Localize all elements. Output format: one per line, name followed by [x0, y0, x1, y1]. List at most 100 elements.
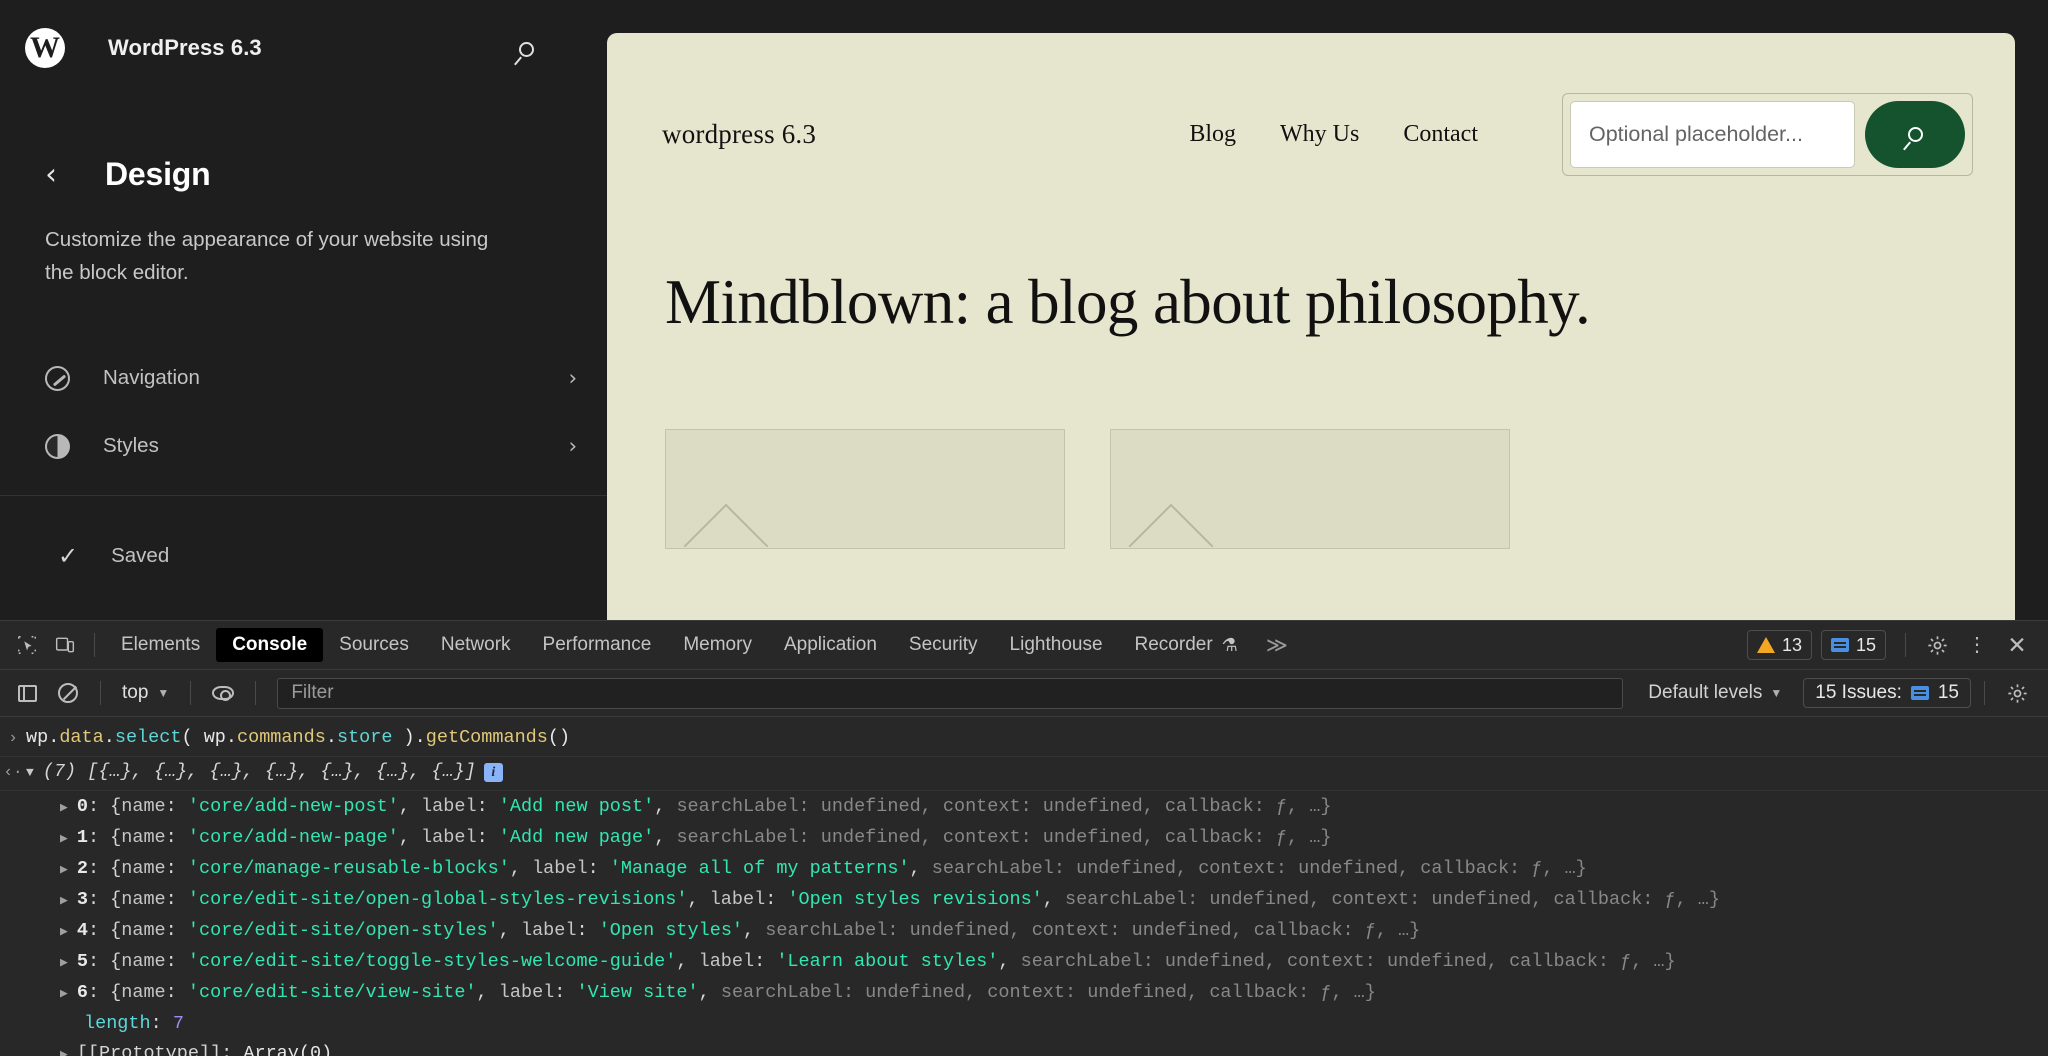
entry-index: 0	[77, 793, 88, 820]
entry-label-key: label	[421, 824, 477, 851]
filterbar-separator	[100, 681, 101, 705]
entry-tail: searchLabel: undefined, context: undefin…	[721, 979, 1376, 1006]
nav-link-contact[interactable]: Contact	[1403, 121, 1478, 148]
entry-name-value: 'core/edit-site/toggle-styles-welcome-gu…	[188, 948, 676, 975]
message-count-badge[interactable]: 15	[1821, 630, 1886, 660]
site-header: wordpress 6.3 Blog Why Us Contact Option…	[607, 33, 2015, 176]
result-preview: (7) [{…}, {…}, {…}, {…}, {…}, {…}, {…}]	[43, 758, 476, 785]
entry-label-key: label	[699, 948, 755, 975]
tab-security[interactable]: Security	[893, 628, 994, 662]
site-preview-canvas[interactable]: wordpress 6.3 Blog Why Us Contact Option…	[607, 33, 2015, 620]
console-filter-input[interactable]: Filter	[277, 678, 1623, 709]
tab-lighthouse[interactable]: Lighthouse	[994, 628, 1119, 662]
site-title[interactable]: wordpress 6.3	[662, 119, 816, 150]
entry-label-key: label	[521, 917, 577, 944]
sidebar-item-label: Styles	[103, 434, 569, 458]
clear-console-button[interactable]	[49, 676, 87, 710]
compass-icon	[45, 366, 70, 391]
devtools-toolbar-right: 13 15 ⋮ ✕	[1747, 628, 2036, 662]
console-result-summary[interactable]: ‹· ▼ (7) [{…}, {…}, {…}, {…}, {…}, {…}, …	[0, 757, 2048, 792]
console-sidebar-toggle[interactable]	[8, 676, 46, 710]
design-header: ‹ Design	[0, 96, 607, 193]
warning-count-badge[interactable]: 13	[1747, 630, 1812, 660]
nav-link-blog[interactable]: Blog	[1189, 121, 1236, 148]
search-icon	[1908, 127, 1923, 142]
panel-description: Customize the appearance of your website…	[45, 223, 515, 289]
inspect-element-icon[interactable]	[8, 628, 46, 662]
live-expression-button[interactable]	[204, 676, 242, 710]
log-level-select[interactable]: Default levels ▼	[1636, 682, 1794, 704]
search-input[interactable]: Optional placeholder...	[1570, 101, 1855, 168]
expand-toggle-icon[interactable]: ▶	[60, 980, 68, 1007]
back-button[interactable]: ‹	[34, 158, 68, 192]
settings-button[interactable]	[1918, 628, 1956, 662]
console-entry-row[interactable]: ▶5: {name: 'core/edit-site/toggle-styles…	[0, 946, 2048, 977]
console-entry-row[interactable]: ▶0: {name: 'core/add-new-post', label: '…	[0, 791, 2048, 822]
info-badge[interactable]: i	[484, 763, 503, 782]
console-entry-row[interactable]: ▶4: {name: 'core/edit-site/open-styles',…	[0, 915, 2048, 946]
prototype-row[interactable]: ▶ [[Prototype]] : Array(0)	[0, 1038, 2048, 1056]
search-submit-button[interactable]	[1865, 101, 1965, 168]
nav-link-why-us[interactable]: Why Us	[1280, 121, 1359, 148]
post-thumbnail[interactable]	[1110, 429, 1510, 549]
expand-toggle-icon[interactable]: ▼	[26, 759, 34, 786]
console-entry-row[interactable]: ▶3: {name: 'core/edit-site/open-global-s…	[0, 884, 2048, 915]
wordpress-logo-icon[interactable]: W	[25, 28, 65, 68]
entry-label-key: label	[710, 886, 766, 913]
console-output[interactable]: › wp.data.select( wp.commands.store ).ge…	[0, 717, 2048, 1056]
console-input-expression: wp.data.select( wp.commands.store ).getC…	[26, 724, 570, 751]
entry-index: 1	[77, 824, 88, 851]
expand-toggle-icon[interactable]: ▶	[60, 825, 68, 852]
more-tabs-button[interactable]: ≫	[1254, 633, 1298, 658]
tab-memory[interactable]: Memory	[667, 628, 768, 662]
console-sidebar-icon	[18, 685, 37, 702]
tab-performance[interactable]: Performance	[527, 628, 668, 662]
post-thumbnail[interactable]	[665, 429, 1065, 549]
filterbar-separator	[1984, 681, 1985, 705]
beaker-icon: ⚗	[1222, 635, 1238, 656]
expand-toggle-icon[interactable]: ▶	[60, 794, 68, 821]
issues-button[interactable]: 15 Issues: 15	[1803, 678, 1971, 708]
command-search-button[interactable]	[505, 28, 547, 70]
filterbar-separator	[190, 681, 191, 705]
console-settings-button[interactable]	[1998, 676, 2036, 710]
console-entry-row[interactable]: ▶2: {name: 'core/manage-reusable-blocks'…	[0, 853, 2048, 884]
entry-label-value: 'Add new post'	[499, 793, 654, 820]
tab-network[interactable]: Network	[425, 628, 527, 662]
expand-toggle-icon[interactable]: ▶	[60, 856, 68, 883]
tab-application[interactable]: Application	[768, 628, 893, 662]
tab-elements[interactable]: Elements	[105, 628, 216, 662]
console-entry-row[interactable]: ▶6: {name: 'core/edit-site/view-site', l…	[0, 977, 2048, 1008]
chevron-right-icon: ›	[569, 434, 577, 458]
sidebar-item-styles[interactable]: Styles ›	[0, 412, 607, 480]
close-devtools-button[interactable]: ✕	[1998, 628, 2036, 662]
execution-context-select[interactable]: top ▼	[114, 682, 177, 704]
message-icon	[1911, 686, 1929, 700]
console-entry-row[interactable]: ▶1: {name: 'core/add-new-page', label: '…	[0, 822, 2048, 853]
hero-heading: Mindblown: a blog about philosophy.	[665, 266, 2015, 339]
tab-recorder-label: Recorder	[1135, 634, 1213, 656]
expand-toggle-icon[interactable]: ▶	[60, 887, 68, 914]
length-key: length	[84, 1010, 151, 1037]
more-options-button[interactable]: ⋮	[1958, 628, 1996, 662]
entry-tail: searchLabel: undefined, context: undefin…	[1021, 948, 1676, 975]
entry-tail: searchLabel: undefined, context: undefin…	[1065, 886, 1720, 913]
issues-count: 15	[1938, 682, 1959, 704]
expand-toggle-icon[interactable]: ▶	[60, 1041, 68, 1056]
input-prompt-icon: ›	[0, 725, 26, 752]
entry-index: 4	[77, 917, 88, 944]
expand-toggle-icon[interactable]: ▶	[60, 918, 68, 945]
wordpress-editor: W WordPress 6.3 ‹ Design Customize the a…	[0, 0, 2048, 620]
warning-icon	[1757, 637, 1775, 653]
sidebar-item-navigation[interactable]: Navigation ›	[0, 344, 607, 412]
expand-toggle-icon[interactable]: ▶	[60, 949, 68, 976]
chevron-down-icon: ▼	[157, 686, 169, 700]
tab-recorder[interactable]: Recorder ⚗	[1119, 628, 1254, 662]
device-toolbar-icon[interactable]	[46, 628, 84, 662]
save-status[interactable]: ✓ Saved	[0, 526, 607, 586]
console-input-line[interactable]: › wp.data.select( wp.commands.store ).ge…	[0, 722, 2048, 757]
tab-console[interactable]: Console	[216, 628, 323, 662]
tab-sources[interactable]: Sources	[323, 628, 425, 662]
entry-label-value: 'Manage all of my patterns'	[610, 855, 910, 882]
entry-name-key: name	[121, 979, 165, 1006]
